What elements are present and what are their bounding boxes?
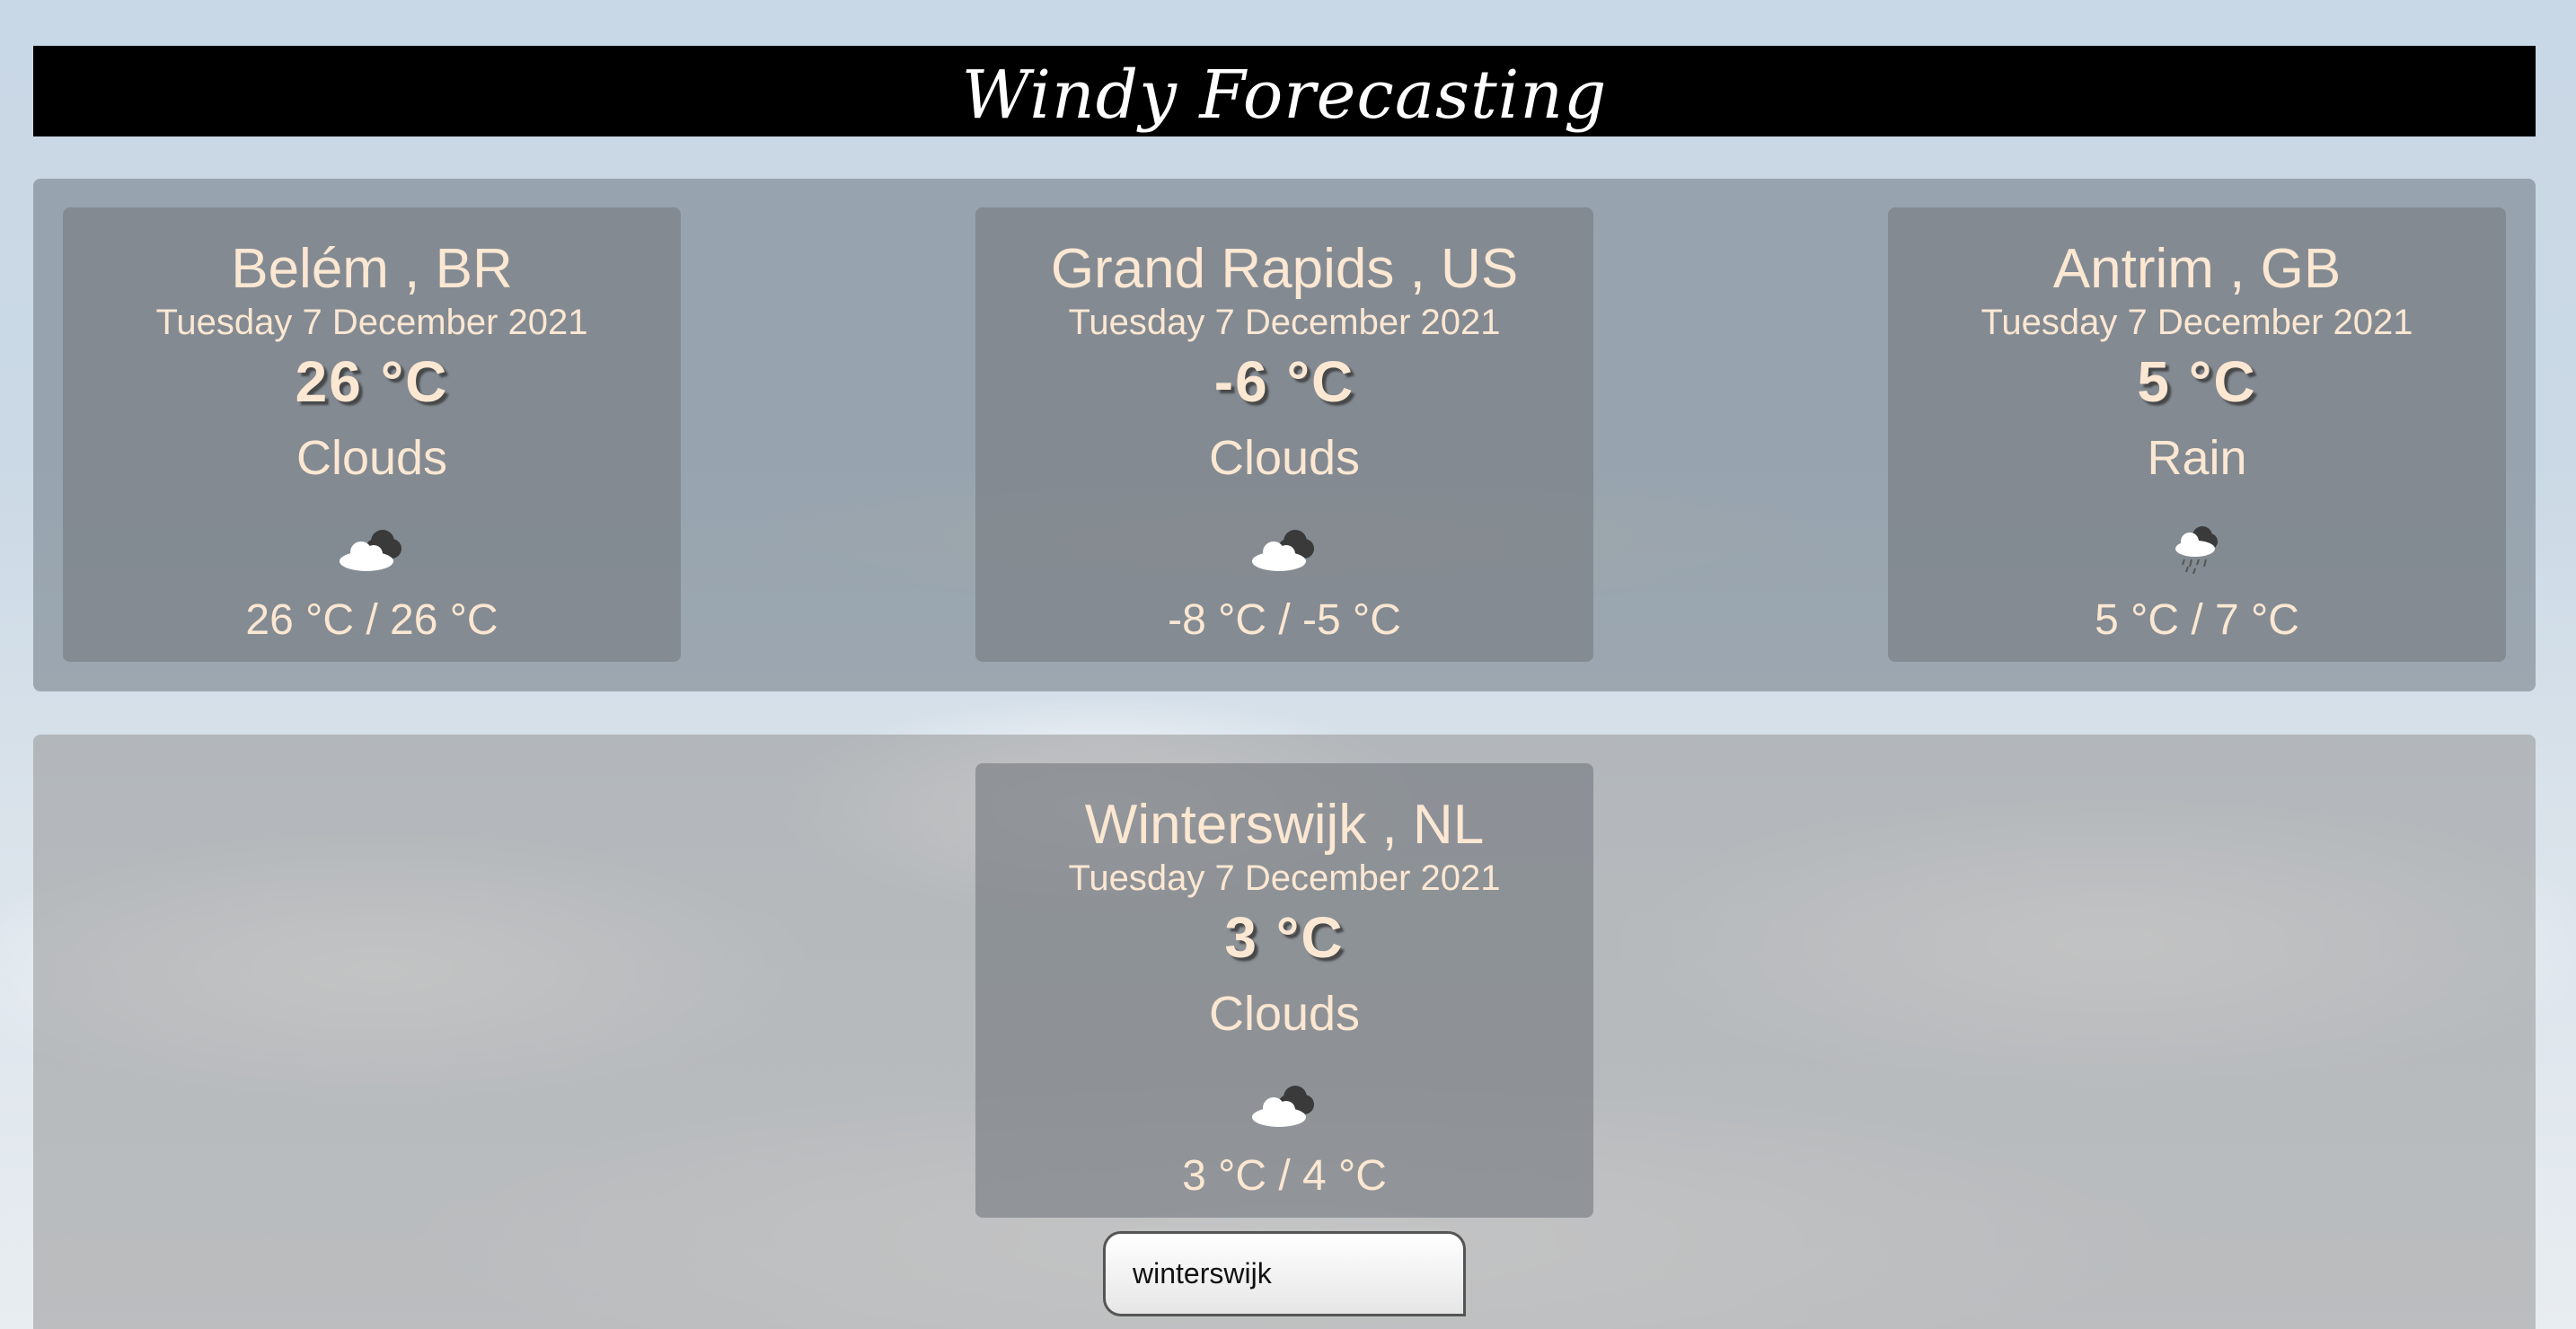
clouds-icon	[1252, 530, 1314, 571]
min-max-temperature: 5 °C / 7 °C	[2095, 596, 2299, 644]
city-name: Belém , BR	[231, 238, 513, 300]
rain-cloud-icon	[2175, 526, 2218, 575]
forecast-date: Tuesday 7 December 2021	[155, 303, 588, 342]
min-max-temperature: 3 °C / 4 °C	[1182, 1152, 1387, 1200]
min-max-temperature: -8 °C / -5 °C	[1168, 596, 1401, 644]
city-search-input[interactable]	[1103, 1231, 1466, 1316]
weather-card-grand-rapids[interactable]: Grand Rapids , US Tuesday 7 December 202…	[975, 207, 1593, 662]
current-temperature: -6 °C	[1213, 349, 1355, 414]
current-temperature: 3 °C	[1224, 905, 1345, 970]
app-title: Windy Forecasting	[961, 56, 1608, 134]
forecast-date: Tuesday 7 December 2021	[1068, 303, 1501, 342]
weather-card-winterswijk[interactable]: Winterswijk , NL Tuesday 7 December 2021…	[975, 763, 1593, 1218]
min-max-temperature: 26 °C / 26 °C	[245, 596, 498, 644]
city-name: Grand Rapids , US	[1050, 238, 1519, 300]
weather-card-antrim[interactable]: Antrim , GB Tuesday 7 December 2021 5 °C…	[1888, 207, 2506, 662]
city-name: Winterswijk , NL	[1084, 794, 1485, 856]
current-temperature: 5 °C	[2137, 349, 2257, 414]
weather-condition: Clouds	[1208, 431, 1361, 485]
current-temperature: 26 °C	[295, 349, 449, 414]
weather-condition: Rain	[2147, 431, 2247, 485]
forecast-date: Tuesday 7 December 2021	[1068, 858, 1501, 898]
weather-card-belem[interactable]: Belém , BR Tuesday 7 December 2021 26 °C…	[63, 207, 681, 662]
clouds-icon	[1252, 1086, 1314, 1127]
weather-condition: Clouds	[1208, 987, 1361, 1041]
city-name: Antrim , GB	[2052, 238, 2342, 300]
weather-condition: Clouds	[296, 431, 448, 485]
saved-cities-panel: Belém , BR Tuesday 7 December 2021 26 °C…	[33, 179, 2536, 691]
forecast-date: Tuesday 7 December 2021	[1981, 303, 2413, 342]
clouds-icon	[340, 530, 401, 571]
app-header: Windy Forecasting	[33, 46, 2536, 136]
